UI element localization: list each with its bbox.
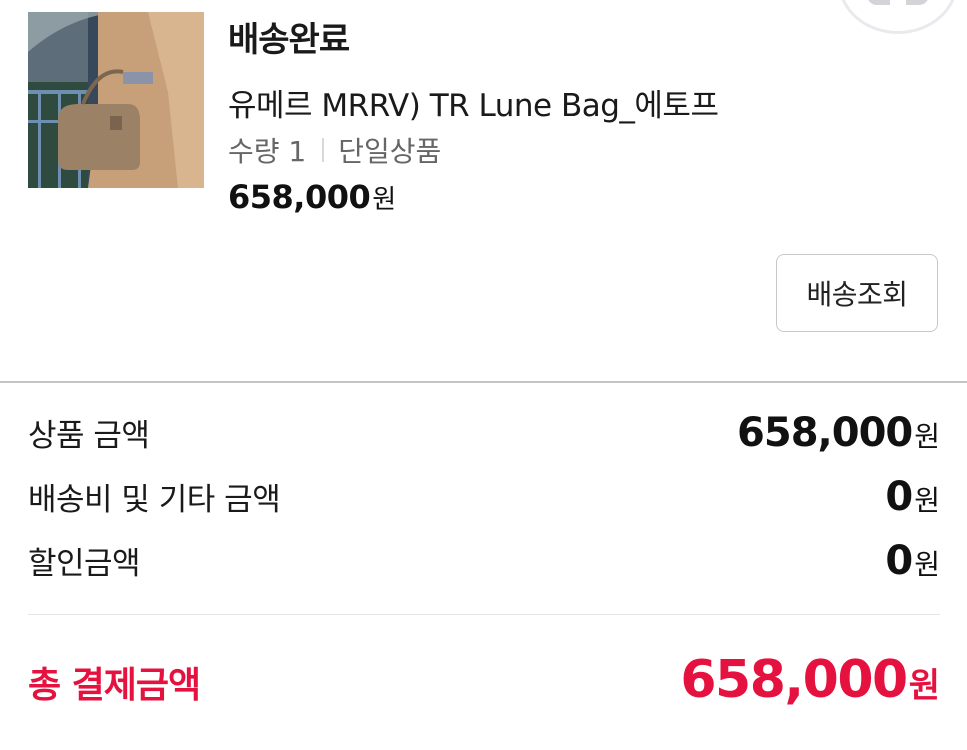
summary-row-discount: 할인금액 0원 — [28, 538, 940, 584]
product-meta: 수량 1 단일상품 — [228, 130, 441, 170]
summary-amount: 0원 — [885, 474, 940, 520]
total-amount-unit: 원 — [908, 666, 940, 706]
product-price-unit: 원 — [372, 185, 396, 215]
summary-label: 할인금액 — [28, 546, 141, 582]
summary-label: 상품 금액 — [28, 418, 150, 454]
summary-amount: 0원 — [885, 538, 940, 584]
track-delivery-button[interactable]: 배송조회 — [776, 254, 938, 332]
delivery-status: 배송완료 — [228, 20, 350, 60]
product-price: 658,000원 — [228, 178, 396, 216]
summary-amount: 658,000원 — [737, 410, 940, 456]
order-detail-page: 배송완료 유메르 MRRV) TR Lune Bag_에토프 수량 1 단일상품… — [0, 0, 967, 750]
product-price-value: 658,000 — [228, 178, 371, 216]
total-amount: 658,000원 — [680, 650, 940, 710]
summary-divider — [28, 614, 940, 615]
product-photo-image — [28, 12, 204, 188]
total-label: 총 결제금액 — [28, 665, 201, 706]
order-item: 배송완료 유메르 MRRV) TR Lune Bag_에토프 수량 1 단일상품… — [0, 0, 967, 382]
total-amount-value: 658,000 — [680, 650, 908, 710]
summary-amount-unit: 원 — [914, 420, 940, 453]
section-divider — [0, 381, 967, 383]
summary-amount-value: 658,000 — [737, 410, 913, 456]
summary-amount-value: 0 — [885, 474, 913, 520]
summary-amount-unit: 원 — [914, 484, 940, 517]
summary-row-shipping-fee: 배송비 및 기타 금액 0원 — [28, 474, 940, 520]
option-text: 단일상품 — [338, 135, 442, 168]
meta-separator — [322, 138, 325, 162]
summary-label: 배송비 및 기타 금액 — [28, 482, 281, 518]
summary-amount-unit: 원 — [914, 548, 940, 581]
product-name[interactable]: 유메르 MRRV) TR Lune Bag_에토프 — [228, 80, 719, 125]
total-payment-row: 총 결제금액 658,000원 — [28, 650, 940, 710]
summary-row-product-amount: 상품 금액 658,000원 — [28, 410, 940, 456]
summary-amount-value: 0 — [885, 538, 913, 584]
product-thumbnail[interactable] — [28, 12, 204, 188]
quantity-text: 수량 1 — [228, 135, 307, 168]
